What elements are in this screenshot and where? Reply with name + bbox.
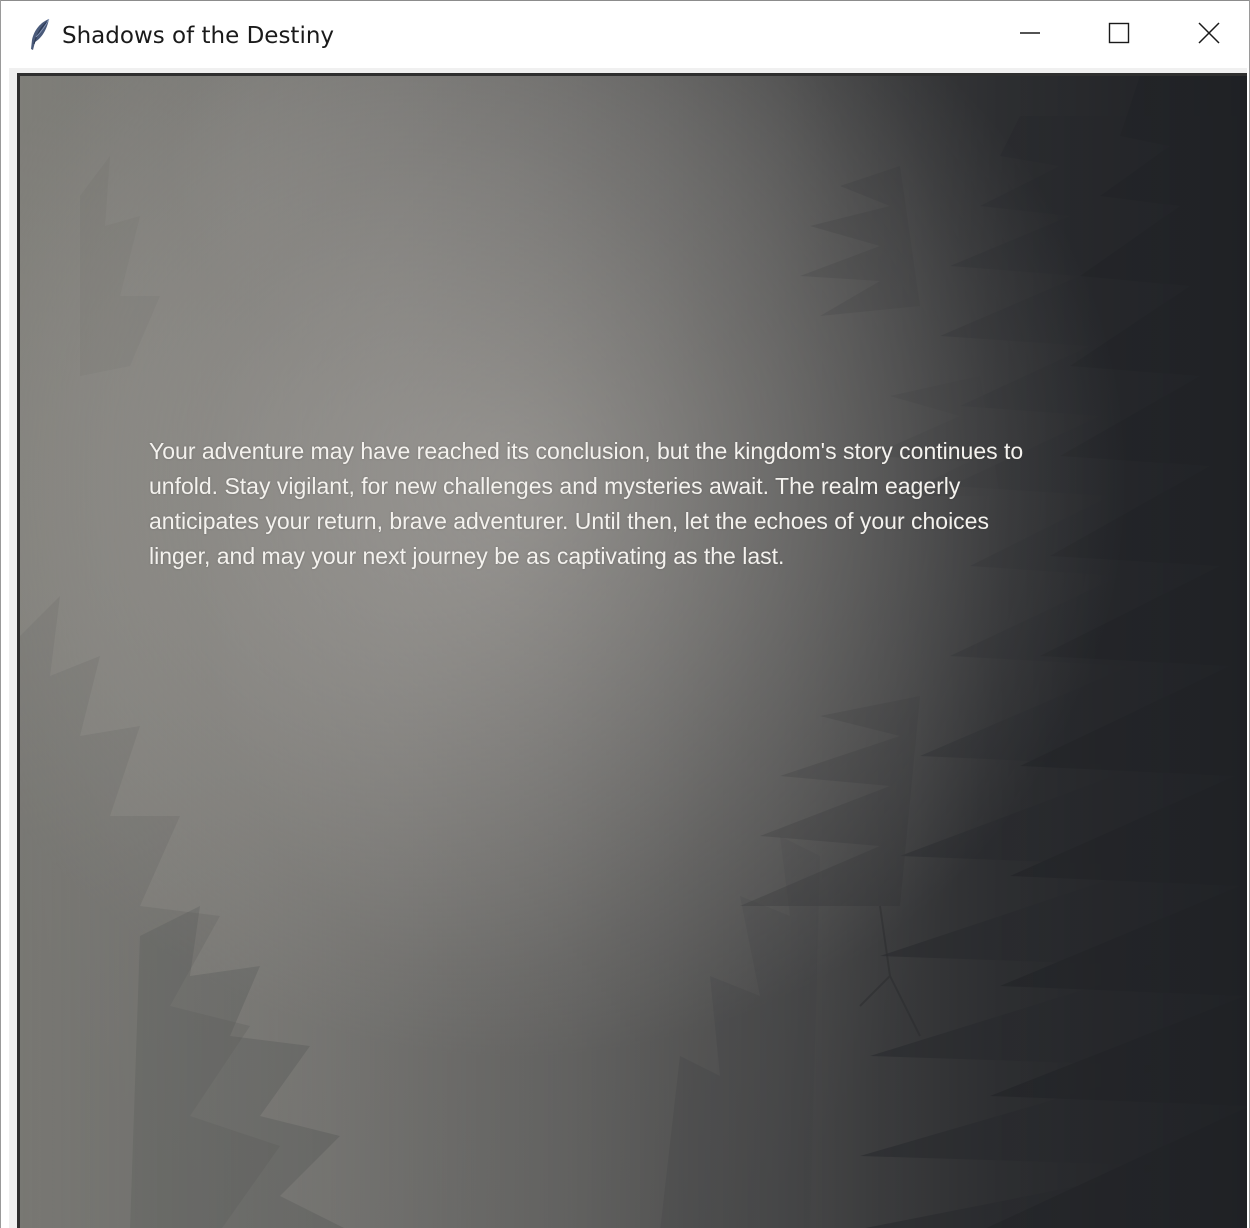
title-bar[interactable]: Shadows of the Destiny (1, 0, 1249, 68)
scene-canvas[interactable]: Your adventure may have reached its conc… (17, 73, 1247, 1228)
client-area: Your adventure may have reached its conc… (9, 68, 1247, 1228)
close-icon (1197, 21, 1221, 50)
maximize-icon (1108, 22, 1130, 49)
minimize-icon (1019, 22, 1041, 49)
narration-text: Your adventure may have reached its conc… (149, 438, 1024, 569)
window-title: Shadows of the Destiny (62, 23, 335, 49)
feather-icon (27, 18, 53, 52)
app-window: Shadows of the Destiny Your adventure ma… (0, 0, 1250, 1228)
misty-forest-background (20, 76, 1247, 1228)
maximize-button[interactable] (1073, 1, 1165, 69)
close-button[interactable] (1163, 1, 1250, 69)
minimize-button[interactable] (984, 1, 1076, 69)
